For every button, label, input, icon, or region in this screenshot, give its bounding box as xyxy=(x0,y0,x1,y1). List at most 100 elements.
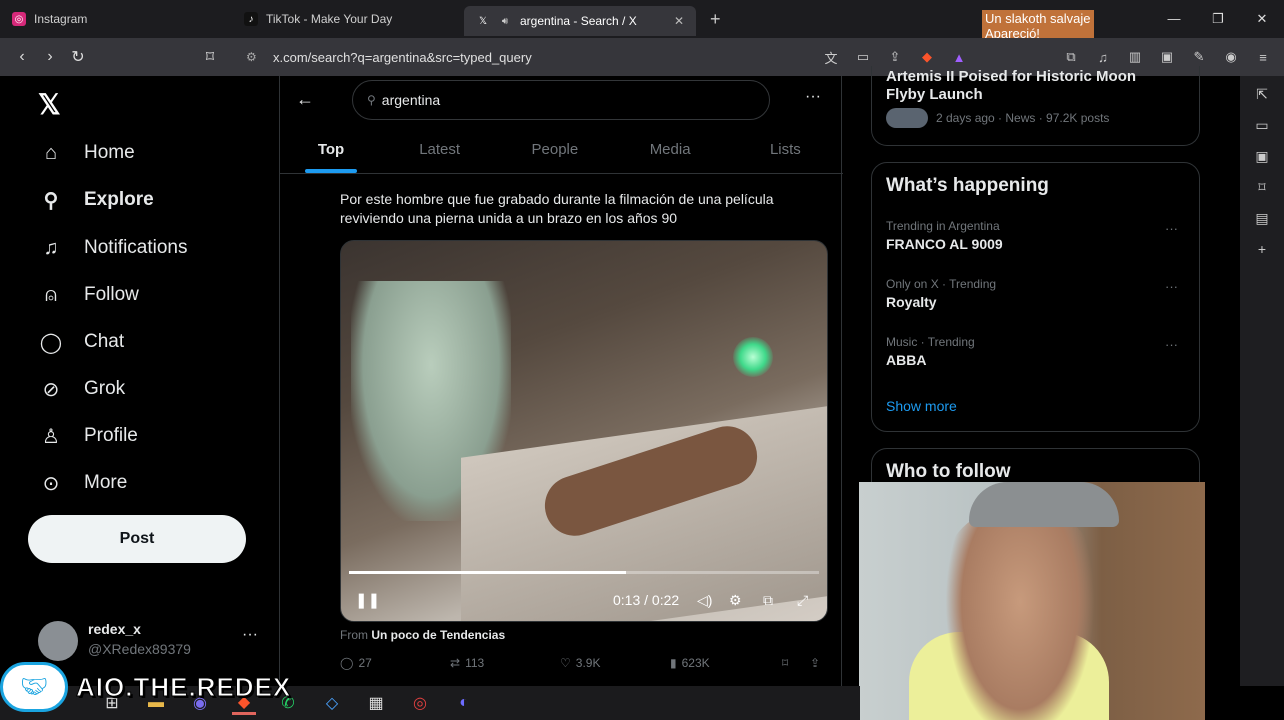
sidebar-wallet-icon[interactable]: ▣ xyxy=(1255,148,1268,165)
trend-more-icon[interactable]: ··· xyxy=(1165,279,1178,294)
trend-more-icon[interactable]: ··· xyxy=(1165,221,1178,236)
post-button[interactable]: Post xyxy=(28,515,246,563)
sidebar-bookmarks-icon[interactable]: ⌑ xyxy=(1258,179,1265,196)
close-tab-icon[interactable]: ✕ xyxy=(674,14,684,28)
nav-more[interactable]: ⊙ More xyxy=(38,463,128,503)
window-controls: — ❐ ✕ xyxy=(1152,0,1284,38)
nav-profile[interactable]: ♙ Profile xyxy=(38,416,138,456)
cast-icon[interactable]: ▭ xyxy=(852,46,874,68)
back-icon[interactable]: ‹ xyxy=(8,48,36,66)
minimize-icon[interactable]: — xyxy=(1152,0,1196,38)
reload-icon[interactable]: ↻ xyxy=(64,47,92,67)
x-logo-icon[interactable]: 𝕏 xyxy=(38,88,61,121)
sidebar-media-icon[interactable]: ▭ xyxy=(1255,117,1268,134)
tweet-text: Por este hombre que fue grabado durante … xyxy=(340,191,774,226)
translate-icon[interactable]: 文 xyxy=(820,46,842,68)
tab-latest[interactable]: Latest xyxy=(382,128,497,173)
sidebar-pointer-icon[interactable]: ⇱ xyxy=(1256,86,1268,103)
tab-tiktok[interactable]: ♪ TikTok - Make Your Day xyxy=(232,0,464,38)
webcam-cap xyxy=(969,482,1119,527)
share-button[interactable]: ⇪ xyxy=(810,656,820,670)
browser-sidebar: ⇱ ▭ ▣ ⌑ ▤ + xyxy=(1240,76,1284,686)
nav-grok[interactable]: ⊘ Grok xyxy=(38,369,126,409)
nav-label: Home xyxy=(84,142,135,163)
search-icon: ⚲ xyxy=(43,189,59,212)
sidebar-toggle-icon[interactable]: ▥ xyxy=(1124,46,1146,68)
video-progress-bar[interactable] xyxy=(349,571,819,574)
tab-media[interactable]: Media xyxy=(613,128,728,173)
nav-label: Notifications xyxy=(84,237,188,258)
repost-button[interactable]: ⇄ 113 xyxy=(450,656,560,670)
tab-top[interactable]: Top xyxy=(280,128,382,173)
home-icon: ⌂ xyxy=(44,141,58,164)
extensions-icon[interactable]: ✎ xyxy=(1188,46,1210,68)
show-more-link[interactable]: Show more xyxy=(886,398,957,414)
sidebar-reading-icon[interactable]: ▤ xyxy=(1255,210,1268,227)
reply-button[interactable]: ◯ 27 xyxy=(340,656,450,670)
trend-name: FRANCO AL 9009 xyxy=(886,236,1003,252)
trend-meta: Trending in Argentina xyxy=(886,219,1000,233)
url-text: x.com/search?q=argentina&src=typed_query xyxy=(273,49,532,65)
volume-icon[interactable]: ◁) xyxy=(697,592,712,609)
source-attribution: From Un poco de Tendencias xyxy=(340,628,505,642)
wallet-icon[interactable]: ▣ xyxy=(1156,46,1178,68)
site-info-icon[interactable]: ⚙ xyxy=(246,50,257,64)
bookmark-icon[interactable]: ⌑ xyxy=(196,47,224,67)
menu-icon[interactable]: ≡ xyxy=(1252,46,1274,68)
share-icon[interactable]: ⇪ xyxy=(884,46,906,68)
video-player[interactable]: ❚❚ 0:13 / 0:22 ◁) ⚙ ⧉ ⤢ xyxy=(340,240,828,622)
whats-happening-title: What’s happening xyxy=(886,175,1049,196)
nav-explore[interactable]: ⚲ Explore xyxy=(38,180,154,220)
obs-icon[interactable]: ◎ xyxy=(408,691,432,715)
tab-people[interactable]: People xyxy=(497,128,612,173)
like-button[interactable]: ♡ 3.9K xyxy=(560,656,670,670)
app-diamond-icon[interactable]: ◇ xyxy=(320,691,344,715)
fullscreen-icon[interactable]: ⤢ xyxy=(797,592,808,609)
views-button[interactable]: ▮ 623K xyxy=(670,656,782,670)
pip-icon[interactable]: ⧉ xyxy=(763,592,773,609)
overlay-note-line1: Un slakoth salvaje xyxy=(985,11,1091,26)
close-window-icon[interactable]: ✕ xyxy=(1240,0,1284,38)
grok-icon: ⊘ xyxy=(42,378,60,401)
account-more-icon[interactable]: ··· xyxy=(242,626,258,644)
speaker-icon[interactable]: 🔊︎ xyxy=(498,14,512,28)
tab-instagram[interactable]: ◎ Instagram xyxy=(0,0,232,38)
trend-more-icon[interactable]: ··· xyxy=(1165,337,1178,352)
whats-happening-card: What’s happening Trending in Argentina F… xyxy=(871,162,1200,432)
pause-icon[interactable]: ❚❚ xyxy=(355,591,380,609)
search-more-icon[interactable]: ··· xyxy=(805,88,821,106)
rewards-icon[interactable]: ▲ xyxy=(948,46,970,68)
trend-item[interactable]: Only on X · Trending Royalty ··· xyxy=(886,277,1186,310)
add-user-icon: ⍝ xyxy=(45,283,57,306)
trend-meta: Music · Trending xyxy=(886,335,975,349)
restore-icon[interactable]: ❐ xyxy=(1196,0,1240,38)
back-arrow-icon[interactable]: ← xyxy=(296,89,314,110)
webcam-face xyxy=(945,510,1095,720)
calendar-app-icon[interactable]: ▦ xyxy=(364,691,388,715)
tiktok-icon: ♪ xyxy=(244,12,258,26)
new-tab-button[interactable]: + xyxy=(710,9,721,30)
brave-shield-icon[interactable]: ◆ xyxy=(916,46,938,68)
watermark-text: AIO.THE.REDEX xyxy=(75,671,292,702)
top-trend-card[interactable]: Artemis II Poised for Historic Moon Flyb… xyxy=(871,66,1200,146)
profile-icon[interactable]: ◉ xyxy=(1220,46,1242,68)
from-source-link[interactable]: Un poco de Tendencias xyxy=(371,628,505,642)
screenshot-icon[interactable]: ⧉ xyxy=(1060,46,1082,68)
trend-item[interactable]: Trending in Argentina FRANCO AL 9009 ··· xyxy=(886,219,1186,252)
music-icon[interactable]: ♫ xyxy=(1092,46,1114,68)
nav-follow[interactable]: ⍝ Follow xyxy=(38,275,139,315)
bookmark-button[interactable]: ⌑ xyxy=(782,656,810,670)
search-input[interactable]: ⚲ argentina xyxy=(352,80,770,120)
sidebar-add-icon[interactable]: + xyxy=(1258,241,1266,257)
tab-lists[interactable]: Lists xyxy=(728,128,843,173)
messenger-icon[interactable]: ◐ xyxy=(452,691,476,715)
nav-chat[interactable]: ◯ Chat xyxy=(38,322,124,362)
nav-home[interactable]: ⌂ Home xyxy=(38,133,135,173)
forward-icon[interactable]: › xyxy=(36,48,64,66)
search-tabs: Top Latest People Media Lists xyxy=(280,128,843,174)
tab-x-search[interactable]: 𝕏 🔊︎ argentina - Search / X ✕ xyxy=(464,6,696,36)
nav-notifications[interactable]: ♫ Notifications xyxy=(38,228,188,268)
trend-item[interactable]: Music · Trending ABBA ··· xyxy=(886,335,1186,368)
search-query: argentina xyxy=(381,92,441,108)
settings-icon[interactable]: ⚙ xyxy=(729,592,742,609)
